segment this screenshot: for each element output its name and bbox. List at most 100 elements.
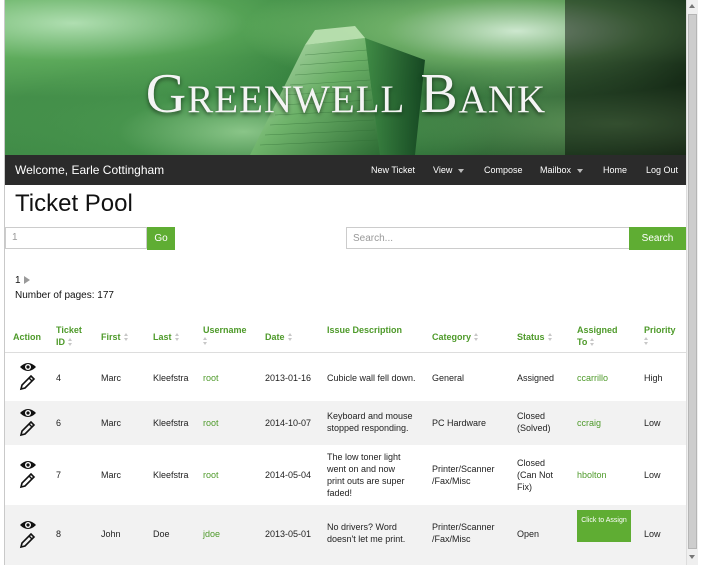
category: Printer/Scanner /Fax/Misc <box>432 464 495 486</box>
header-first[interactable]: First <box>101 331 129 343</box>
issue-description: No drivers? Word doesn't let me print. <box>327 522 406 544</box>
username-link[interactable]: root <box>203 469 219 481</box>
first-name: Marc <box>101 470 121 480</box>
click-to-assign-button[interactable]: Click to Assign <box>577 510 631 542</box>
header-divider <box>5 352 687 353</box>
issue-description: Keyboard and mouse stopped responding. <box>327 411 413 433</box>
header-priority[interactable]: Priority <box>644 324 676 346</box>
nav-logout[interactable]: Log Out <box>646 165 678 175</box>
assigned-to-link[interactable]: hbolton <box>577 469 607 481</box>
first-name: Marc <box>101 418 121 428</box>
chevron-down-icon <box>577 168 584 173</box>
search-input[interactable]: Search... <box>346 227 630 249</box>
category: General <box>432 373 465 383</box>
current-page-number: 1 <box>15 275 21 286</box>
table-row: 4 Marc Kleefstra root 2013-01-16 Cubicle… <box>5 355 687 401</box>
date: 2014-05-04 <box>265 470 312 480</box>
nav-view-label: View <box>433 165 453 175</box>
nav-mailbox-dropdown[interactable]: Mailbox <box>540 165 584 175</box>
assigned-to-link[interactable]: ccarrillo <box>577 372 608 384</box>
ticket-id: 8 <box>56 529 62 539</box>
status: Open <box>517 529 540 539</box>
chevron-down-icon <box>458 168 465 173</box>
eye-icon[interactable] <box>19 459 37 471</box>
next-page-icon[interactable] <box>23 276 30 285</box>
eye-icon[interactable] <box>19 519 37 531</box>
status: Closed (Can Not Fix) <box>517 458 554 492</box>
username-link[interactable]: jdoe <box>203 528 220 540</box>
header-assigned-to[interactable]: Assigned To <box>577 324 627 348</box>
table-row: 8 John Doe jdoe 2013-05-01 No drivers? W… <box>5 505 687 565</box>
sort-icon <box>474 333 479 342</box>
ticket-id: 6 <box>56 418 62 428</box>
assigned-to-link[interactable]: ccraig <box>577 417 601 429</box>
header-category-label: Category <box>432 332 472 342</box>
table-row: 7 Marc Kleefstra root 2014-05-04 The low… <box>5 445 687 505</box>
header-first-label: First <box>101 332 121 342</box>
sort-icon <box>287 333 293 342</box>
nav-home[interactable]: Home <box>603 165 627 175</box>
row-actions <box>19 361 41 391</box>
scroll-down-icon[interactable] <box>689 555 695 559</box>
header-priority-label: Priority <box>644 325 676 335</box>
sort-icon <box>590 338 595 347</box>
bank-banner: Greenwell Bank <box>5 0 687 155</box>
header-assigned-label: Assigned To <box>577 325 618 347</box>
priority: High <box>644 373 663 383</box>
pencil-icon[interactable] <box>19 533 37 549</box>
sort-icon <box>123 333 129 342</box>
nav-new-ticket[interactable]: New Ticket <box>371 165 415 175</box>
header-username-label: Username <box>203 325 247 335</box>
header-status[interactable]: Status <box>517 331 553 343</box>
page-number-input[interactable]: 1 <box>5 227 147 249</box>
scrollbar-thumb[interactable] <box>688 14 697 549</box>
header-issue-label: Issue Description <box>327 325 403 335</box>
status: Closed (Solved) <box>517 411 551 433</box>
sort-icon <box>68 338 73 347</box>
header-ticket-id[interactable]: Ticket ID <box>56 324 92 348</box>
priority: Low <box>644 529 661 539</box>
issue-description: The low toner light went on and now prin… <box>327 452 405 498</box>
nav-compose[interactable]: Compose <box>484 165 523 175</box>
header-username[interactable]: Username <box>203 324 247 346</box>
sort-icon <box>644 337 649 346</box>
sort-icon <box>547 333 553 342</box>
nav-view-dropdown[interactable]: View <box>433 165 465 175</box>
go-button[interactable]: Go <box>147 227 175 250</box>
status: Assigned <box>517 373 555 383</box>
issue-description: Cubicle wall fell down. <box>327 373 416 383</box>
category: Printer/Scanner /Fax/Misc <box>432 522 495 544</box>
row-actions <box>19 519 41 549</box>
priority: Low <box>644 470 661 480</box>
date: 2014-10-07 <box>265 418 312 428</box>
eye-icon[interactable] <box>19 361 37 373</box>
date: 2013-05-01 <box>265 529 312 539</box>
first-name: Marc <box>101 373 121 383</box>
header-status-label: Status <box>517 332 545 342</box>
page-title: Ticket Pool <box>15 190 133 217</box>
current-page: 1 <box>15 275 30 286</box>
username-link[interactable]: root <box>203 372 219 384</box>
date: 2013-01-16 <box>265 373 312 383</box>
header-action: Action <box>13 332 41 342</box>
last-name: Kleefstra <box>153 373 189 383</box>
scroll-up-icon[interactable] <box>689 4 695 8</box>
search-button[interactable]: Search <box>629 227 686 250</box>
row-actions <box>19 459 41 489</box>
pencil-icon[interactable] <box>19 473 37 489</box>
header-last-label: Last <box>153 332 172 342</box>
row-actions <box>19 407 41 437</box>
header-last[interactable]: Last <box>153 331 180 343</box>
pencil-icon[interactable] <box>19 421 37 437</box>
first-name: John <box>101 529 121 539</box>
vertical-scrollbar[interactable] <box>686 0 698 565</box>
header-date[interactable]: Date <box>265 331 293 343</box>
number-of-pages: Number of pages: 177 <box>15 290 114 301</box>
eye-icon[interactable] <box>19 407 37 419</box>
username-link[interactable]: root <box>203 417 219 429</box>
last-name: Kleefstra <box>153 418 189 428</box>
header-category[interactable]: Category <box>432 331 479 343</box>
ticket-id: 7 <box>56 470 62 480</box>
pencil-icon[interactable] <box>19 375 37 391</box>
header-issue-description[interactable]: Issue Description <box>327 324 402 336</box>
